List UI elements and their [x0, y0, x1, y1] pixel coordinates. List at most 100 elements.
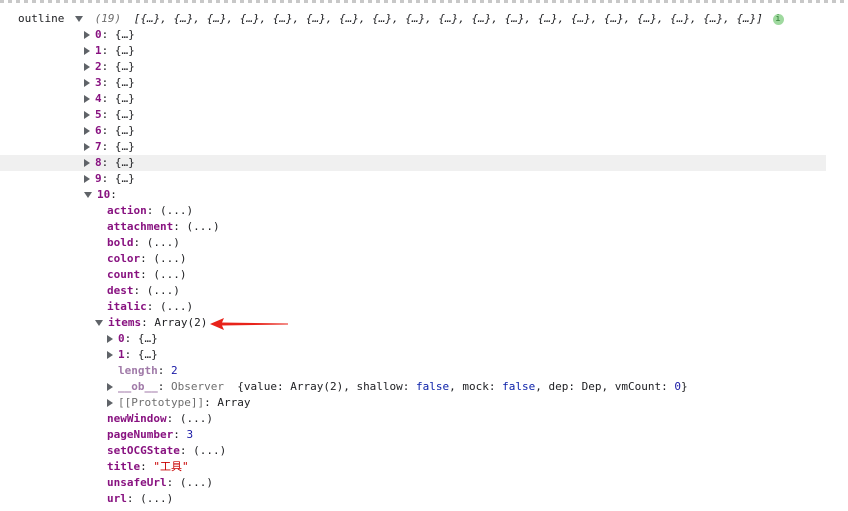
ob-key: __ob__ [118, 380, 158, 393]
array-item-row[interactable]: 0: {…} [107, 331, 158, 347]
prototype-value: Array [217, 396, 251, 409]
item-preview: {…} [114, 124, 135, 137]
collapse-triangle-icon[interactable] [84, 31, 90, 39]
item-preview: {…} [114, 108, 135, 121]
array-item-row-expanded[interactable]: 10: [84, 187, 117, 203]
collapse-triangle-icon[interactable] [84, 95, 90, 103]
property-row[interactable]: newWindow: (...) [107, 411, 213, 427]
array-item-row[interactable]: 7: {…} [84, 139, 135, 155]
property-getter-value[interactable]: (...) [193, 444, 226, 457]
collapse-triangle-icon[interactable] [84, 111, 90, 119]
item-index: 3 [95, 76, 102, 89]
collapse-triangle-icon[interactable] [107, 383, 113, 391]
property-getter-value[interactable]: (...) [160, 300, 193, 313]
item-index: 7 [95, 140, 102, 153]
property-row[interactable]: url: (...) [107, 491, 173, 507]
expand-triangle-icon[interactable] [74, 16, 83, 22]
collapse-triangle-icon[interactable] [84, 175, 90, 183]
prototype-key: [[Prototype]] [118, 396, 205, 409]
property-getter-value[interactable]: (...) [153, 252, 186, 265]
collapse-triangle-icon[interactable] [84, 159, 90, 167]
property-row[interactable]: bold: (...) [107, 235, 180, 251]
property-key: attachment [107, 220, 174, 233]
property-key: items [108, 316, 142, 329]
observer-vmcount-value: 0 [674, 380, 681, 393]
observer-mock-value: false [502, 380, 536, 393]
array-summary: Array(2) [154, 316, 208, 329]
property-getter-value[interactable]: (...) [180, 412, 213, 425]
info-icon[interactable]: i [772, 13, 784, 25]
property-key: italic [107, 300, 147, 313]
observer-preview-open: {value: Array(2), shallow: [237, 380, 417, 393]
array-item-row[interactable]: 9: {…} [84, 171, 135, 187]
array-item-row[interactable]: 5: {…} [84, 107, 135, 123]
property-getter-value[interactable]: (...) [147, 284, 180, 297]
item-index: 9 [95, 172, 102, 185]
array-item-row[interactable]: 4: {…} [84, 91, 135, 107]
item-index: 0 [118, 332, 125, 345]
prototype-row[interactable]: [[Prototype]]: Array [107, 395, 250, 411]
property-row[interactable]: color: (...) [107, 251, 187, 267]
array-item-row[interactable]: 2: {…} [84, 59, 135, 75]
page-number-value: 3 [186, 428, 194, 441]
collapse-triangle-icon[interactable] [84, 127, 90, 135]
collapse-triangle-icon[interactable] [107, 335, 113, 343]
property-getter-value[interactable]: (...) [147, 236, 180, 249]
property-key: action [107, 204, 147, 217]
collapse-triangle-icon[interactable] [84, 79, 90, 87]
item-preview: {…} [114, 60, 135, 73]
property-row[interactable]: setOCGState: (...) [107, 443, 226, 459]
item-preview: {…} [114, 172, 135, 185]
property-row[interactable]: count: (...) [107, 267, 187, 283]
length-key: length [118, 364, 158, 377]
length-row: length: 2 [118, 364, 178, 377]
property-row[interactable]: action: (...) [107, 203, 193, 219]
annotation-arrow-icon [210, 318, 288, 330]
property-getter-value[interactable]: (...) [160, 204, 193, 217]
items-property-row[interactable]: items: Array(2) [95, 315, 207, 331]
root-key: outline [18, 12, 65, 25]
array-item-row[interactable]: 1: {…} [107, 347, 158, 363]
property-getter-value[interactable]: (...) [186, 220, 219, 233]
collapse-triangle-icon[interactable] [84, 47, 90, 55]
array-item-row[interactable]: 6: {…} [84, 123, 135, 139]
array-item-row[interactable]: 0: {…} [84, 27, 135, 43]
collapse-triangle-icon[interactable] [84, 143, 90, 151]
property-getter-value[interactable]: (...) [180, 476, 213, 489]
item-index: 0 [95, 28, 102, 41]
item-index: 2 [95, 60, 102, 73]
item-preview: {…} [114, 140, 135, 153]
property-row[interactable]: italic: (...) [107, 299, 193, 315]
expand-triangle-icon[interactable] [84, 192, 92, 198]
item-index: 1 [95, 44, 102, 57]
item-index: 1 [118, 348, 125, 361]
item-preview: {…} [137, 348, 158, 361]
root-row-outline[interactable]: outline (19) [{…}, {…}, {…}, {…}, {…}, {… [18, 11, 784, 27]
property-key: count [107, 268, 141, 281]
property-row[interactable]: title: "工具" [107, 459, 189, 475]
property-key: bold [107, 236, 134, 249]
array-item-row[interactable]: 3: {…} [84, 75, 135, 91]
length-value: 2 [171, 364, 178, 377]
item-preview: {…} [114, 44, 135, 57]
item-index: 8 [95, 156, 102, 169]
property-getter-value[interactable]: (...) [153, 268, 186, 281]
property-row[interactable]: unsafeUrl: (...) [107, 475, 213, 491]
property-row[interactable]: dest: (...) [107, 283, 180, 299]
item-preview: {…} [114, 156, 135, 169]
collapse-triangle-icon[interactable] [84, 63, 90, 71]
array-count: (19) [94, 12, 122, 25]
property-row[interactable]: pageNumber: 3 [107, 427, 193, 443]
item-index: 10 [97, 188, 111, 201]
observer-preview-close: } [680, 380, 688, 393]
array-item-row[interactable]: 8: {…} [84, 155, 135, 171]
observer-preview-mid1: , mock: [449, 380, 503, 393]
item-index: 6 [95, 124, 102, 137]
property-row[interactable]: attachment: (...) [107, 219, 220, 235]
array-item-row[interactable]: 1: {…} [84, 43, 135, 59]
observer-row[interactable]: __ob__: Observer {value: Array(2), shall… [107, 379, 688, 395]
collapse-triangle-icon[interactable] [107, 399, 113, 407]
collapse-triangle-icon[interactable] [107, 351, 113, 359]
expand-triangle-icon[interactable] [95, 320, 103, 326]
property-getter-value[interactable]: (...) [140, 492, 173, 505]
